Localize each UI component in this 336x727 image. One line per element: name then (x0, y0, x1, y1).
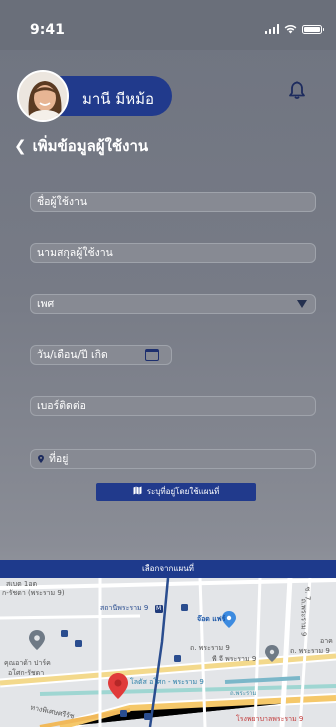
map-label: อาค (320, 637, 333, 645)
locate-on-map-label: ระบุที่อยู่โดยใช้แผนที่ (146, 487, 220, 496)
address-label: ที่อยู่ (49, 453, 69, 465)
map-view[interactable]: สเบต 1อต ก-รัชดา (พระราม 9) สถานีพระราม … (0, 578, 336, 727)
map-canvas (0, 578, 336, 727)
status-bar: 9:41 (0, 0, 336, 50)
map-label: พี จี พระราม 9 (212, 655, 257, 663)
gender-select-label: เพศ (37, 298, 55, 310)
map-label: จ๊อด แฟร์ (197, 615, 226, 623)
last-name-field[interactable]: นามสกุลผู้ใช้งาน (30, 243, 316, 263)
app-screen: 9:41 มานี มีหม้อ ❮ เพิ่มข้อมูลผู้ใช้งาน … (0, 0, 336, 727)
choose-from-map-bar[interactable]: เลือกจากแผนที่ (0, 560, 336, 578)
signal-icon (264, 24, 279, 34)
map-label: ถ. พระราม 9 (290, 647, 330, 655)
map-label: ก-รัชดา (พระราม 9) (2, 589, 65, 597)
map-label: สถานีพระราม 9 (100, 604, 149, 612)
status-icons (264, 24, 324, 34)
address-field[interactable]: ที่อยู่ (30, 449, 316, 469)
back-chevron-icon[interactable]: ❮ (14, 138, 27, 154)
map-label: โรงพยาบาลพระราม 9 (236, 715, 304, 723)
birthdate-field[interactable]: วัน/เดือน/ปี เกิด (30, 345, 172, 365)
calendar-icon[interactable] (145, 349, 159, 361)
phone-field[interactable]: เบอร์ติดต่อ (30, 396, 316, 416)
first-name-field[interactable]: ชื่อผู้ใช้งาน (30, 192, 316, 212)
metro-badge: M (156, 605, 162, 612)
map-label: ถ.พระราม (230, 690, 257, 697)
birthdate-label: วัน/เดือน/ปี เกิด (37, 349, 108, 361)
locate-on-map-button[interactable]: ระบุที่อยู่โดยใช้แผนที่ (96, 483, 256, 501)
profile-name[interactable]: มานี มีหม้อ (82, 87, 154, 111)
status-time: 9:41 (30, 22, 65, 38)
map-label: ถ. พระราม 9 (190, 644, 230, 652)
bell-icon[interactable] (288, 80, 306, 100)
gender-select[interactable]: เพศ (30, 294, 316, 314)
title-row: ❮ เพิ่มข้อมูลผู้ใช้งาน (14, 134, 148, 158)
chevron-down-icon (297, 300, 307, 308)
avatar[interactable] (17, 70, 69, 122)
wifi-icon (284, 24, 297, 34)
location-pin-icon (38, 455, 44, 463)
map-label: อโศก-รัชดา (8, 669, 45, 677)
map-icon (133, 486, 142, 495)
map-label: โลตัส อโศก - พระราม 9 (130, 678, 204, 686)
battery-icon (302, 25, 324, 34)
map-label: ถ.พระราม 9 (299, 598, 308, 637)
page-title: เพิ่มข้อมูลผู้ใช้งาน (32, 137, 149, 155)
